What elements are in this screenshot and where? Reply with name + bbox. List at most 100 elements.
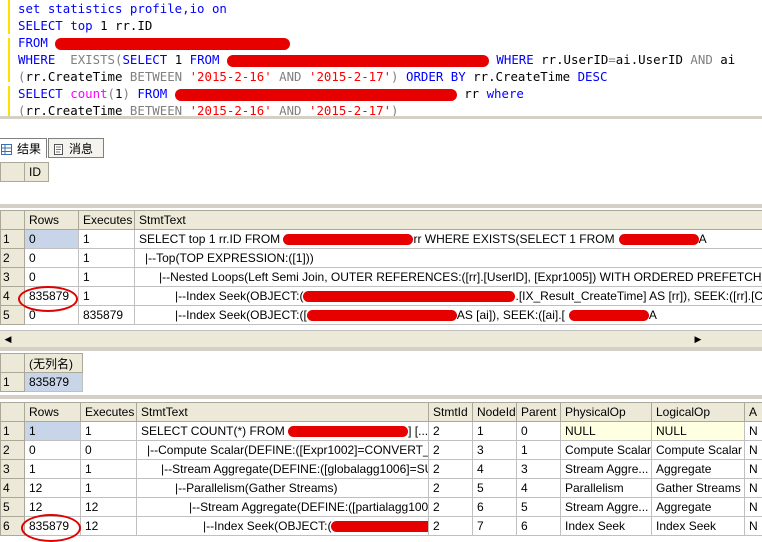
parent-cell[interactable]: 5: [517, 498, 561, 517]
column-header[interactable]: StmtText: [135, 211, 762, 230]
column-header[interactable]: LogicalOp: [652, 403, 745, 422]
stmttext-cell[interactable]: |--Index Seek(OBJECT:(.[IX_Result_Create…: [135, 287, 762, 306]
row-number[interactable]: 2: [1, 441, 25, 460]
next-column-cell[interactable]: N: [745, 517, 762, 536]
code-line[interactable]: FROM: [18, 34, 290, 51]
table-row[interactable]: 311|--Stream Aggregate(DEFINE:([globalag…: [1, 460, 762, 479]
executes-cell[interactable]: 12: [81, 517, 137, 536]
table-row[interactable]: 50835879|--Index Seek(OBJECT:([AS [ai]),…: [1, 306, 762, 325]
row-header-corner[interactable]: [1, 354, 25, 373]
execution-plan-grid-2[interactable]: RowsExecutesStmtTextStmtIdNodeIdParentPh…: [0, 402, 762, 536]
executes-cell[interactable]: 1: [79, 249, 135, 268]
physicalop-cell[interactable]: Index Seek: [561, 517, 652, 536]
physicalop-cell[interactable]: Stream Aggre...: [561, 460, 652, 479]
table-row[interactable]: 200|--Compute Scalar(DEFINE:([Expr1002]=…: [1, 441, 762, 460]
row-number[interactable]: 5: [1, 498, 25, 517]
count-cell[interactable]: 835879: [25, 373, 83, 392]
scroll-left-icon[interactable]: ◀: [2, 333, 14, 345]
next-column-cell[interactable]: N: [745, 460, 762, 479]
nodeid-cell[interactable]: 5: [473, 479, 517, 498]
executes-cell[interactable]: 12: [81, 498, 137, 517]
column-header[interactable]: Executes: [79, 211, 135, 230]
logicalop-cell[interactable]: Index Seek: [652, 517, 745, 536]
executes-cell[interactable]: 1: [79, 230, 135, 249]
rows-cell[interactable]: 1: [25, 460, 81, 479]
table-row[interactable]: 201|--Top(TOP EXPRESSION:([1])): [1, 249, 762, 268]
table-row[interactable]: 101SELECT top 1 rr.ID FROM rr WHERE EXIS…: [1, 230, 762, 249]
nodeid-cell[interactable]: 4: [473, 460, 517, 479]
row-number[interactable]: 3: [1, 460, 25, 479]
column-header-id[interactable]: ID: [25, 163, 49, 182]
logicalop-cell[interactable]: NULL: [652, 422, 745, 441]
column-header-no-name[interactable]: (无列名): [25, 354, 83, 373]
parent-cell[interactable]: 3: [517, 460, 561, 479]
next-column-cell[interactable]: N: [745, 498, 762, 517]
column-header[interactable]: Parent: [517, 403, 561, 422]
column-header[interactable]: PhysicalOp: [561, 403, 652, 422]
rows-cell[interactable]: 0: [25, 249, 79, 268]
stmtid-cell[interactable]: 2: [429, 479, 473, 498]
physicalop-cell[interactable]: Stream Aggre...: [561, 498, 652, 517]
code-line[interactable]: WHERE EXISTS(SELECT 1 FROM WHERE rr.User…: [18, 51, 735, 68]
stmttext-cell[interactable]: |--Nested Loops(Left Semi Join, OUTER RE…: [135, 268, 762, 287]
next-column-cell[interactable]: N: [745, 441, 762, 460]
row-number[interactable]: 4: [1, 479, 25, 498]
table-row[interactable]: 51212|--Stream Aggregate(DEFINE:([partia…: [1, 498, 762, 517]
stmttext-cell[interactable]: |--Stream Aggregate(DEFINE:([globalagg10…: [137, 460, 429, 479]
stmtid-cell[interactable]: 2: [429, 498, 473, 517]
logicalop-cell[interactable]: Aggregate: [652, 498, 745, 517]
next-column-cell[interactable]: N: [745, 479, 762, 498]
rows-cell[interactable]: 12: [25, 479, 81, 498]
stmttext-cell[interactable]: |--Index Seek(OBJECT:(: [137, 517, 429, 536]
stmtid-cell[interactable]: 2: [429, 517, 473, 536]
row-number[interactable]: 5: [1, 306, 25, 325]
rows-cell[interactable]: 1: [25, 422, 81, 441]
code-line[interactable]: SELECT top 1 rr.ID: [18, 17, 152, 34]
stmttext-cell[interactable]: |--Compute Scalar(DEFINE:([Expr1002]=CON…: [137, 441, 429, 460]
row-header-corner[interactable]: [1, 163, 25, 182]
rows-cell[interactable]: 0: [25, 268, 79, 287]
result-grid-count[interactable]: (无列名) 1 835879: [0, 353, 83, 392]
sql-editor[interactable]: set statistics profile,io onSELECT top 1…: [0, 0, 762, 116]
executes-cell[interactable]: 1: [81, 479, 137, 498]
horizontal-scrollbar[interactable]: ◀ ▶: [0, 330, 762, 347]
executes-cell[interactable]: 835879: [79, 306, 135, 325]
stmtid-cell[interactable]: 2: [429, 441, 473, 460]
row-number[interactable]: 2: [1, 249, 25, 268]
executes-cell[interactable]: 1: [81, 422, 137, 441]
executes-cell[interactable]: 1: [79, 268, 135, 287]
code-line[interactable]: SELECT count(1) FROM rr where: [18, 85, 524, 102]
stmttext-cell[interactable]: SELECT COUNT(*) FROM ] [...: [137, 422, 429, 441]
column-header[interactable]: StmtId: [429, 403, 473, 422]
rows-cell[interactable]: 0: [25, 441, 81, 460]
column-header[interactable]: StmtText: [137, 403, 429, 422]
code-line[interactable]: (rr.CreateTime BETWEEN '2015-2-16' AND '…: [18, 68, 607, 85]
nodeid-cell[interactable]: 6: [473, 498, 517, 517]
physicalop-cell[interactable]: Parallelism: [561, 479, 652, 498]
parent-cell[interactable]: 6: [517, 517, 561, 536]
tab-messages[interactable]: 消息: [48, 138, 104, 158]
stmtid-cell[interactable]: 2: [429, 460, 473, 479]
row-header-corner[interactable]: [1, 403, 25, 422]
row-header-corner[interactable]: [1, 211, 25, 230]
tab-results[interactable]: 结果: [0, 138, 47, 158]
column-header[interactable]: A: [745, 403, 762, 422]
stmtid-cell[interactable]: 2: [429, 422, 473, 441]
physicalop-cell[interactable]: NULL: [561, 422, 652, 441]
parent-cell[interactable]: 1: [517, 441, 561, 460]
stmttext-cell[interactable]: |--Top(TOP EXPRESSION:([1])): [135, 249, 762, 268]
logicalop-cell[interactable]: Gather Streams: [652, 479, 745, 498]
executes-cell[interactable]: 1: [81, 460, 137, 479]
row-number[interactable]: 1: [1, 373, 25, 392]
row-number[interactable]: 3: [1, 268, 25, 287]
column-header[interactable]: Executes: [81, 403, 137, 422]
parent-cell[interactable]: 0: [517, 422, 561, 441]
executes-cell[interactable]: 0: [81, 441, 137, 460]
nodeid-cell[interactable]: 3: [473, 441, 517, 460]
table-row[interactable]: 48358791|--Index Seek(OBJECT:(.[IX_Resul…: [1, 287, 762, 306]
logicalop-cell[interactable]: Aggregate: [652, 460, 745, 479]
stmttext-cell[interactable]: |--Parallelism(Gather Streams): [137, 479, 429, 498]
row-number[interactable]: 1: [1, 230, 25, 249]
next-column-cell[interactable]: N: [745, 422, 762, 441]
column-header[interactable]: NodeId: [473, 403, 517, 422]
